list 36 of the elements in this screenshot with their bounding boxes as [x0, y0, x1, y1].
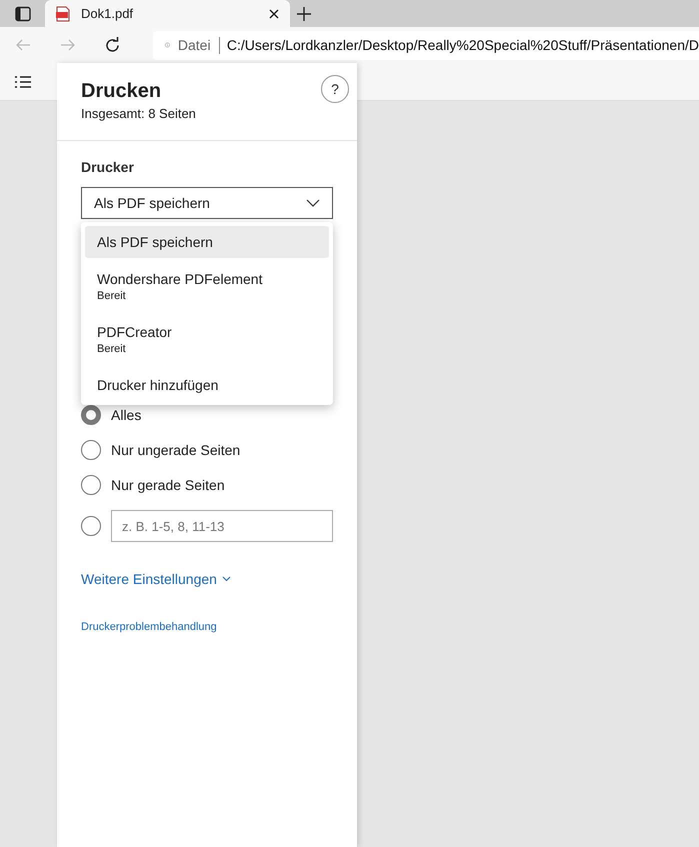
tab-actions-icon[interactable] [14, 6, 30, 22]
printer-status: Bereit [97, 343, 127, 356]
printer-name: PDFCreator [97, 324, 173, 340]
option-label: Alles [111, 407, 142, 423]
list-icon[interactable] [14, 74, 32, 88]
radio-button[interactable] [81, 516, 101, 536]
browser-tab[interactable]: Dok1.pdf [45, 0, 290, 27]
help-button[interactable]: ? [321, 75, 349, 103]
chevron-icon [222, 576, 231, 582]
more-settings-link[interactable]: Weitere Einstellungen [81, 571, 333, 587]
chevron-icon [306, 199, 320, 207]
radio-button[interactable] [81, 440, 101, 460]
radio-button[interactable] [81, 475, 101, 495]
option-label: Nur gerade Seiten [111, 477, 225, 493]
panel-title: Drucken [81, 79, 162, 103]
pdf-file-icon [55, 6, 71, 22]
scheme-label: Datei [178, 37, 211, 53]
printer-status: Bereit [97, 290, 127, 303]
page-range-field[interactable]: z. B. 1-5, 8, 11-13 [111, 510, 333, 542]
url-text: C:/Users/Lordkanzler/Desktop/Really%20Special%20Stuff/Präsentationen/D [226, 37, 699, 53]
printer-label: Drucker [81, 159, 135, 175]
address-bar[interactable]: Datei C:/Users/Lordkanzler/Desktop/Really%20Special%20Stuff/Präsentationen/D [153, 30, 699, 60]
printer-option[interactable]: Wondershare PDFelement Bereit [85, 263, 329, 311]
page-count: Insgesamt: 8 Seiten [81, 106, 197, 121]
printer-option[interactable]: Drucker hinzufügen [85, 369, 329, 401]
troubleshoot-link[interactable]: Druckerproblembehandlung [81, 621, 217, 633]
option-label: Nur ungerade Seiten [111, 442, 240, 458]
printer-dropdown[interactable]: Als PDF speichern [81, 187, 333, 219]
printer-name: Wondershare PDFelement [97, 271, 264, 287]
radio-button[interactable] [81, 405, 101, 425]
tab-title: Dok1.pdf [81, 6, 134, 21]
close-icon[interactable] [268, 8, 280, 20]
reload-icon[interactable] [104, 36, 121, 54]
printer-option[interactable]: PDFCreator Bereit [85, 316, 329, 364]
printer-option[interactable]: Als PDF speichern [85, 226, 329, 258]
new-tab-icon[interactable] [296, 6, 312, 22]
